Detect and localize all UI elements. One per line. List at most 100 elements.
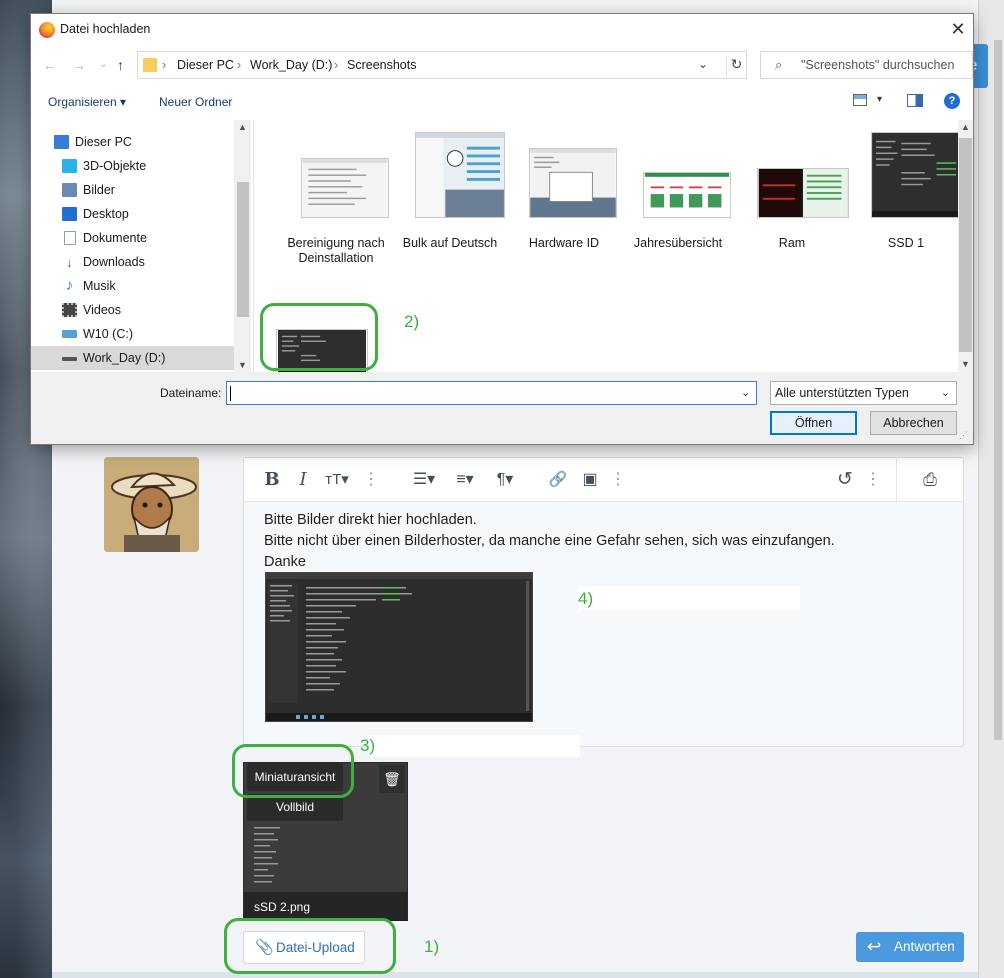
text-size-button[interactable]: тT▾ — [319, 468, 355, 492]
nav-item-drive-c[interactable]: W10 (C:) — [31, 322, 234, 346]
scroll-up-icon[interactable]: ▲ — [238, 122, 247, 132]
editor-line: Bitte nicht über einen Bilderhoster, da … — [264, 533, 835, 549]
file-item[interactable]: Ram — [735, 132, 849, 282]
dialog-command-bar: Organisieren ▾ Neuer Ordner ▾ ? — [31, 87, 973, 117]
nav-item-label: W10 (C:) — [83, 327, 133, 341]
filename-input[interactable]: ⌄ — [226, 381, 757, 405]
more-options-icon[interactable]: ⋮ — [608, 468, 628, 492]
breadcrumb-folder[interactable]: Screenshots — [347, 58, 416, 72]
inline-screenshot-image[interactable] — [265, 572, 533, 722]
chevron-down-icon: ⌄ — [940, 387, 950, 399]
breadcrumb-this-pc[interactable]: Dieser PC — [177, 58, 234, 72]
refresh-icon[interactable]: ↻ — [726, 56, 746, 76]
preview-pane-icon[interactable] — [907, 94, 923, 107]
breadcrumb-drive[interactable]: Work_Day (D:) — [250, 58, 332, 72]
attachment-filename: sSD 2.png — [254, 900, 311, 914]
chevron-down-icon[interactable]: ⌄ — [741, 386, 750, 399]
list-button[interactable]: ☰▾ — [407, 468, 441, 492]
link-icon[interactable]: 🔗 — [546, 468, 570, 492]
file-thumbnail — [757, 168, 849, 218]
preview-icon[interactable]: ⎙ — [917, 468, 943, 492]
editor-toolbar: B I тT▾ ⋮ ☰▾ ≡▾ ¶▾ 🔗 ▣ ⋮ ↺ ⋮ ⎙ — [244, 458, 963, 502]
back-arrow-icon[interactable]: ← — [43, 57, 57, 73]
page-scrollbar-thumb[interactable] — [994, 40, 1002, 740]
up-arrow-icon[interactable]: ↑ — [117, 57, 124, 73]
video-icon — [62, 303, 77, 317]
message-editor[interactable]: B I тT▾ ⋮ ☰▾ ≡▾ ¶▾ 🔗 ▣ ⋮ ↺ ⋮ ⎙ Bitte Bil… — [243, 457, 964, 747]
nav-pane-scrollbar-thumb[interactable] — [237, 182, 249, 317]
nav-item-videos[interactable]: Videos — [31, 298, 234, 322]
nav-item-label: Downloads — [83, 255, 145, 269]
search-input[interactable]: ⌕ "Screenshots" durchsuchen — [760, 51, 973, 79]
file-item[interactable]: SSD 1 — [849, 132, 963, 282]
more-options-icon[interactable]: ⋮ — [863, 468, 883, 492]
align-button[interactable]: ≡▾ — [448, 468, 482, 492]
nav-item-this-pc[interactable]: Dieser PC — [31, 130, 234, 154]
dialog-title: Datei hochladen — [60, 22, 151, 36]
bold-button[interactable]: B — [260, 468, 284, 492]
search-icon: ⌕ — [775, 57, 783, 72]
file-upload-dialog: Datei hochladen ✕ ← → ⌄ ↑ › Dieser PC › … — [30, 13, 974, 445]
nav-item-label: Desktop — [83, 207, 129, 221]
screenshot-preview — [266, 573, 532, 721]
open-button[interactable]: Öffnen — [770, 411, 857, 435]
cancel-button[interactable]: Abbrechen — [870, 411, 957, 435]
download-icon: ↓ — [66, 254, 73, 270]
nav-item-documents[interactable]: Dokumente — [31, 226, 234, 250]
search-placeholder: "Screenshots" durchsuchen — [801, 58, 955, 72]
file-item[interactable]: Hardware ID — [507, 132, 621, 282]
reply-button[interactable]: ↩ Antworten — [856, 932, 964, 962]
breadcrumb-separator[interactable]: › — [334, 58, 338, 72]
breadcrumb-separator[interactable]: › — [162, 58, 166, 72]
resize-grip-icon[interactable]: ⋰ — [959, 430, 968, 441]
file-name: Jahresübersicht — [633, 236, 723, 250]
image-icon[interactable]: ▣ — [578, 468, 602, 492]
nav-item-3d-objects[interactable]: 3D-Objekte — [31, 154, 234, 178]
scroll-down-icon[interactable]: ▼ — [961, 359, 970, 369]
insert-full-image-button[interactable]: Vollbild — [247, 794, 343, 821]
file-list-scrollbar-thumb[interactable] — [959, 138, 972, 352]
new-folder-button[interactable]: Neuer Ordner — [159, 95, 232, 109]
recent-locations-chevron-icon[interactable]: ⌄ — [99, 57, 108, 70]
editor-content[interactable]: Bitte Bilder direkt hier hochladen. Bitt… — [264, 510, 835, 573]
chevron-down-icon[interactable]: ▾ — [877, 94, 882, 105]
scroll-up-icon[interactable]: ▲ — [961, 122, 970, 132]
toolbar-divider — [896, 458, 897, 502]
nav-item-label: Videos — [83, 303, 121, 317]
undo-icon[interactable]: ↺ — [833, 468, 857, 492]
nav-item-label: Musik — [83, 279, 116, 293]
more-options-icon[interactable]: ⋮ — [361, 468, 381, 492]
nav-item-desktop[interactable]: Desktop — [31, 202, 234, 226]
reply-label: Antworten — [894, 939, 955, 954]
nav-item-downloads[interactable]: ↓ Downloads — [31, 250, 234, 274]
folder-icon — [143, 58, 157, 72]
file-item[interactable]: Jahresübersicht — [621, 132, 735, 282]
file-thumbnail — [301, 158, 389, 218]
pictures-icon — [62, 183, 77, 197]
navigation-pane: Dieser PC 3D-Objekte Bilder Desktop Doku… — [31, 120, 252, 372]
nav-item-pictures[interactable]: Bilder — [31, 178, 234, 202]
drive-c-icon — [62, 330, 77, 338]
organize-menu[interactable]: Organisieren ▾ — [48, 95, 126, 109]
paragraph-button[interactable]: ¶▾ — [488, 468, 522, 492]
file-type-select[interactable]: Alle unterstützten Typen ⌄ — [770, 381, 957, 405]
dialog-titlebar[interactable]: Datei hochladen ✕ — [31, 14, 973, 45]
desktop-icon — [62, 207, 77, 221]
view-options-icon[interactable] — [853, 94, 867, 106]
delete-attachment-icon[interactable]: 🗑 — [379, 765, 405, 793]
forward-arrow-icon[interactable]: → — [72, 57, 86, 73]
breadcrumb-separator[interactable]: › — [237, 58, 241, 72]
file-thumbnail — [415, 132, 505, 218]
scroll-down-icon[interactable]: ▼ — [238, 360, 247, 370]
file-item[interactable]: Bulk auf Deutsch — [393, 132, 507, 282]
italic-button[interactable]: I — [291, 468, 315, 492]
nav-item-drive-d[interactable]: Work_Day (D:) — [31, 346, 234, 370]
dialog-navigation-bar: ← → ⌄ ↑ › Dieser PC › Work_Day (D:) › Sc… — [31, 45, 973, 85]
close-icon[interactable]: ✕ — [947, 18, 969, 40]
file-item[interactable]: Bereinigung nach Deinstallation — [279, 132, 393, 282]
nav-item-music[interactable]: ♪ Musik — [31, 274, 234, 298]
address-bar[interactable]: › Dieser PC › Work_Day (D:) › Screenshot… — [137, 51, 747, 79]
avatar[interactable] — [104, 457, 199, 552]
help-icon[interactable]: ? — [944, 93, 960, 109]
chevron-down-icon[interactable]: ⌄ — [698, 57, 708, 71]
